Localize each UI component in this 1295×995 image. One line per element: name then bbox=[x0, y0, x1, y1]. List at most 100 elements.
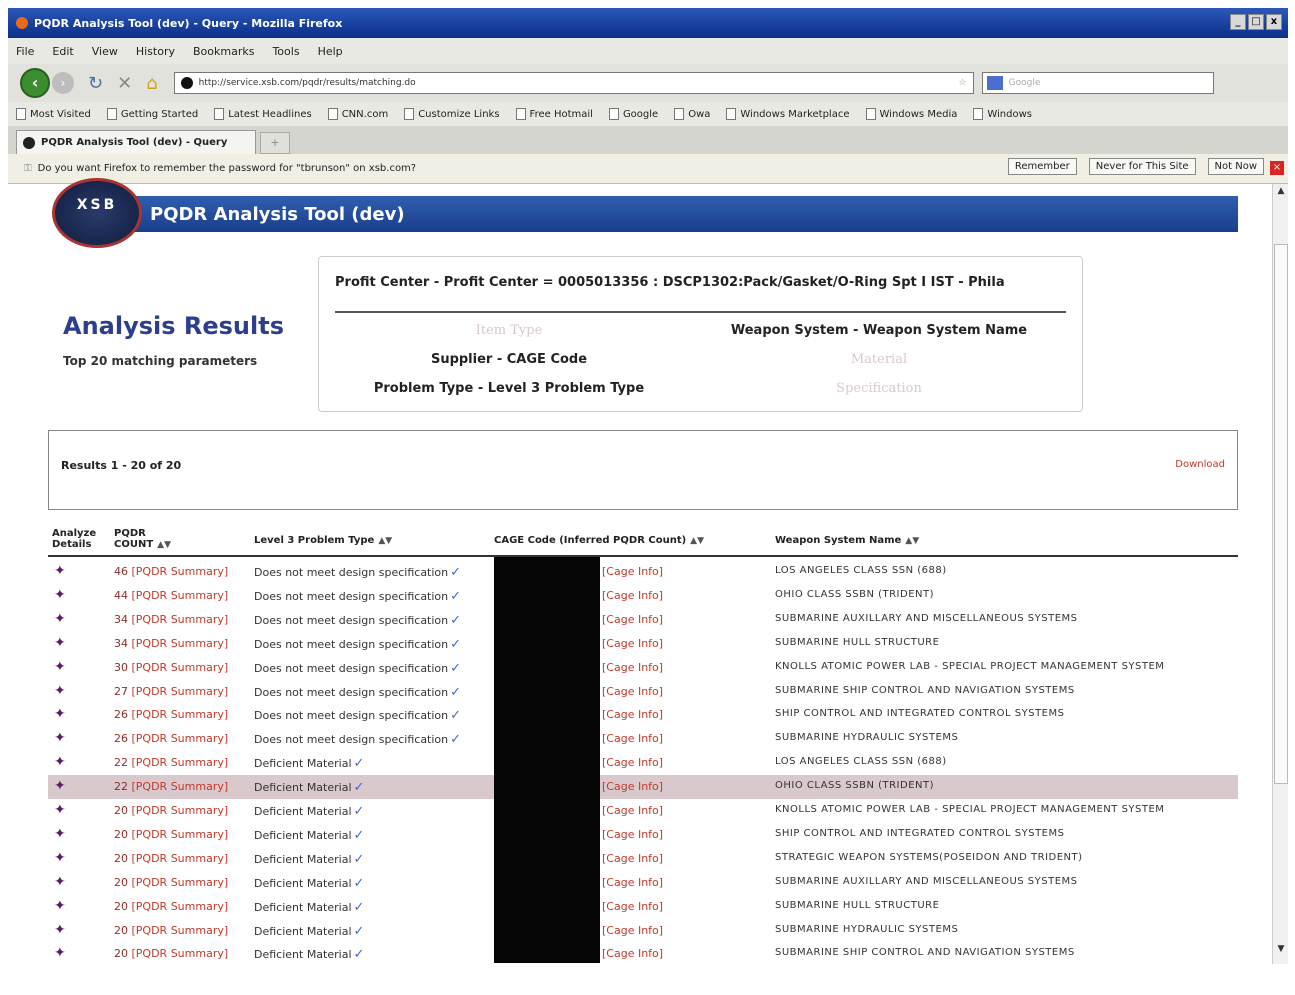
menu-file[interactable]: File bbox=[16, 45, 34, 58]
pqdr-summary-link[interactable]: [PQDR Summary] bbox=[132, 589, 229, 602]
cage-info-link[interactable]: [Cage Info] bbox=[602, 780, 663, 793]
bookmark-cnn[interactable]: CNN.com bbox=[327, 108, 388, 120]
table-row[interactable]: ✦ 20 [PQDR Summary] Deficient Material ✓ [Ca… bbox=[48, 799, 1238, 823]
remember-button[interactable]: Remember bbox=[1007, 158, 1077, 175]
cage-info-link[interactable]: [Cage Info] bbox=[602, 661, 663, 674]
pqdr-summary-link[interactable]: [PQDR Summary] bbox=[132, 828, 229, 841]
tab-pqdr-query[interactable]: PQDR Analysis Tool (dev) - Query bbox=[16, 130, 256, 154]
table-row[interactable]: ✦ 27 [PQDR Summary] Does not meet design s… bbox=[48, 680, 1238, 704]
bookmark-windows-marketplace[interactable]: Windows Marketplace bbox=[726, 108, 850, 120]
never-for-site-button[interactable]: Never for This Site bbox=[1088, 158, 1196, 175]
reload-icon[interactable]: ↻ bbox=[88, 73, 103, 94]
menu-tools[interactable]: Tools bbox=[272, 45, 299, 58]
table-row[interactable]: ✦ 20 [PQDR Summary] Deficient Material ✓ [Ca… bbox=[48, 919, 1238, 943]
analyze-arrow-icon[interactable]: ✦ bbox=[54, 802, 66, 818]
table-row[interactable]: ✦ 20 [PQDR Summary] Deficient Material ✓ [Ca… bbox=[48, 871, 1238, 895]
bookmark-google[interactable]: Google bbox=[608, 108, 658, 120]
close-window-button[interactable]: x bbox=[1266, 14, 1282, 30]
cage-info-link[interactable]: [Cage Info] bbox=[602, 732, 663, 745]
table-row[interactable]: ✦ 20 [PQDR Summary] Deficient Material ✓ [Ca… bbox=[48, 942, 1238, 966]
close-notification-icon[interactable]: × bbox=[1270, 161, 1284, 175]
analyze-arrow-icon[interactable]: ✦ bbox=[54, 874, 66, 890]
table-row[interactable]: ✦ 26 [PQDR Summary] Does not meet design s… bbox=[48, 703, 1238, 727]
new-tab-button[interactable]: + bbox=[260, 132, 290, 154]
pqdr-summary-link[interactable]: [PQDR Summary] bbox=[132, 804, 229, 817]
pqdr-summary-link[interactable]: [PQDR Summary] bbox=[132, 613, 229, 626]
analyze-arrow-icon[interactable]: ✦ bbox=[54, 563, 66, 579]
analyze-arrow-icon[interactable]: ✦ bbox=[54, 683, 66, 699]
scroll-thumb[interactable] bbox=[1274, 244, 1288, 784]
pqdr-summary-link[interactable]: [PQDR Summary] bbox=[132, 708, 229, 721]
analyze-arrow-icon[interactable]: ✦ bbox=[54, 850, 66, 866]
pqdr-summary-link[interactable]: [PQDR Summary] bbox=[132, 756, 229, 769]
analyze-arrow-icon[interactable]: ✦ bbox=[54, 754, 66, 770]
table-row[interactable]: ✦ 22 [PQDR Summary] Deficient Material ✓ [Ca… bbox=[48, 751, 1238, 775]
search-input[interactable]: Google bbox=[981, 72, 1214, 94]
pqdr-summary-link[interactable]: [PQDR Summary] bbox=[132, 852, 229, 865]
cage-info-link[interactable]: [Cage Info] bbox=[602, 828, 663, 841]
back-button[interactable]: ‹ bbox=[20, 68, 50, 98]
stop-icon[interactable]: ✕ bbox=[117, 73, 132, 94]
forward-button[interactable]: › bbox=[52, 72, 74, 94]
analyze-arrow-icon[interactable]: ✦ bbox=[54, 611, 66, 627]
bookmark-most-visited[interactable]: Most Visited bbox=[16, 108, 91, 120]
table-row[interactable]: ✦ 20 [PQDR Summary] Deficient Material ✓ [Ca… bbox=[48, 847, 1238, 871]
analyze-arrow-icon[interactable]: ✦ bbox=[54, 778, 66, 794]
scroll-up-icon[interactable]: ▲ bbox=[1274, 186, 1288, 200]
analyze-arrow-icon[interactable]: ✦ bbox=[54, 659, 66, 675]
page-scrollbar[interactable]: ▲ ▼ bbox=[1272, 184, 1288, 964]
pqdr-summary-link[interactable]: [PQDR Summary] bbox=[132, 924, 229, 937]
pqdr-summary-link[interactable]: [PQDR Summary] bbox=[132, 876, 229, 889]
menu-edit[interactable]: Edit bbox=[52, 45, 73, 58]
bookmark-owa[interactable]: Owa bbox=[674, 108, 710, 120]
analyze-arrow-icon[interactable]: ✦ bbox=[54, 826, 66, 842]
menu-view[interactable]: View bbox=[92, 45, 118, 58]
bookmark-star-icon[interactable]: ☆ bbox=[959, 78, 967, 88]
cage-info-link[interactable]: [Cage Info] bbox=[602, 947, 663, 960]
cage-info-link[interactable]: [Cage Info] bbox=[602, 756, 663, 769]
cage-info-link[interactable]: [Cage Info] bbox=[602, 613, 663, 626]
minimize-button[interactable]: _ bbox=[1230, 14, 1246, 30]
col-problem-type[interactable]: Level 3 Problem Type ▲▼ bbox=[254, 535, 392, 546]
cage-info-link[interactable]: [Cage Info] bbox=[602, 565, 663, 578]
menu-history[interactable]: History bbox=[136, 45, 175, 58]
cage-info-link[interactable]: [Cage Info] bbox=[602, 900, 663, 913]
maximize-button[interactable]: □ bbox=[1248, 14, 1264, 30]
table-row[interactable]: ✦ 20 [PQDR Summary] Deficient Material ✓ [Ca… bbox=[48, 823, 1238, 847]
table-row[interactable]: ✦ 34 [PQDR Summary] Does not meet design s… bbox=[48, 608, 1238, 632]
pqdr-summary-link[interactable]: [PQDR Summary] bbox=[132, 637, 229, 650]
menu-help[interactable]: Help bbox=[318, 45, 343, 58]
not-now-button[interactable]: Not Now bbox=[1207, 158, 1264, 175]
table-row[interactable]: ✦ 20 [PQDR Summary] Deficient Material ✓ [Ca… bbox=[48, 895, 1238, 919]
table-row[interactable]: ✦ 46 [PQDR Summary] Does not meet design s… bbox=[48, 560, 1238, 584]
bookmark-latest-headlines[interactable]: Latest Headlines bbox=[214, 108, 312, 120]
cage-info-link[interactable]: [Cage Info] bbox=[602, 589, 663, 602]
cage-info-link[interactable]: [Cage Info] bbox=[602, 708, 663, 721]
sort-icon[interactable]: ▲▼ bbox=[378, 536, 392, 546]
table-row[interactable]: ✦ 44 [PQDR Summary] Does not meet design s… bbox=[48, 584, 1238, 608]
address-bar[interactable]: http://service.xsb.com/pqdr/results/matc… bbox=[173, 72, 974, 94]
scroll-down-icon[interactable]: ▼ bbox=[1274, 944, 1288, 958]
cage-info-link[interactable]: [Cage Info] bbox=[602, 685, 663, 698]
sort-icon[interactable]: ▲▼ bbox=[690, 536, 704, 546]
bookmark-windows[interactable]: Windows bbox=[973, 108, 1032, 120]
cage-info-link[interactable]: [Cage Info] bbox=[602, 876, 663, 889]
download-link[interactable]: Download bbox=[1175, 459, 1225, 470]
bookmark-free-hotmail[interactable]: Free Hotmail bbox=[515, 108, 593, 120]
home-icon[interactable]: ⌂ bbox=[146, 73, 157, 94]
pqdr-summary-link[interactable]: [PQDR Summary] bbox=[132, 780, 229, 793]
analyze-arrow-icon[interactable]: ✦ bbox=[54, 898, 66, 914]
search-engine-icon[interactable] bbox=[986, 76, 1003, 90]
table-row[interactable]: ✦ 30 [PQDR Summary] Does not meet design s… bbox=[48, 656, 1238, 680]
table-row[interactable]: ✦ 26 [PQDR Summary] Does not meet design s… bbox=[48, 727, 1238, 751]
cage-info-link[interactable]: [Cage Info] bbox=[602, 804, 663, 817]
cage-info-link[interactable]: [Cage Info] bbox=[602, 852, 663, 865]
analyze-arrow-icon[interactable]: ✦ bbox=[54, 922, 66, 938]
cage-info-link[interactable]: [Cage Info] bbox=[602, 924, 663, 937]
table-row[interactable]: ✦ 34 [PQDR Summary] Does not meet design s… bbox=[48, 632, 1238, 656]
analyze-arrow-icon[interactable]: ✦ bbox=[54, 587, 66, 603]
analyze-arrow-icon[interactable]: ✦ bbox=[54, 945, 66, 961]
pqdr-summary-link[interactable]: [PQDR Summary] bbox=[132, 661, 229, 674]
analyze-arrow-icon[interactable]: ✦ bbox=[54, 730, 66, 746]
cage-info-link[interactable]: [Cage Info] bbox=[602, 637, 663, 650]
